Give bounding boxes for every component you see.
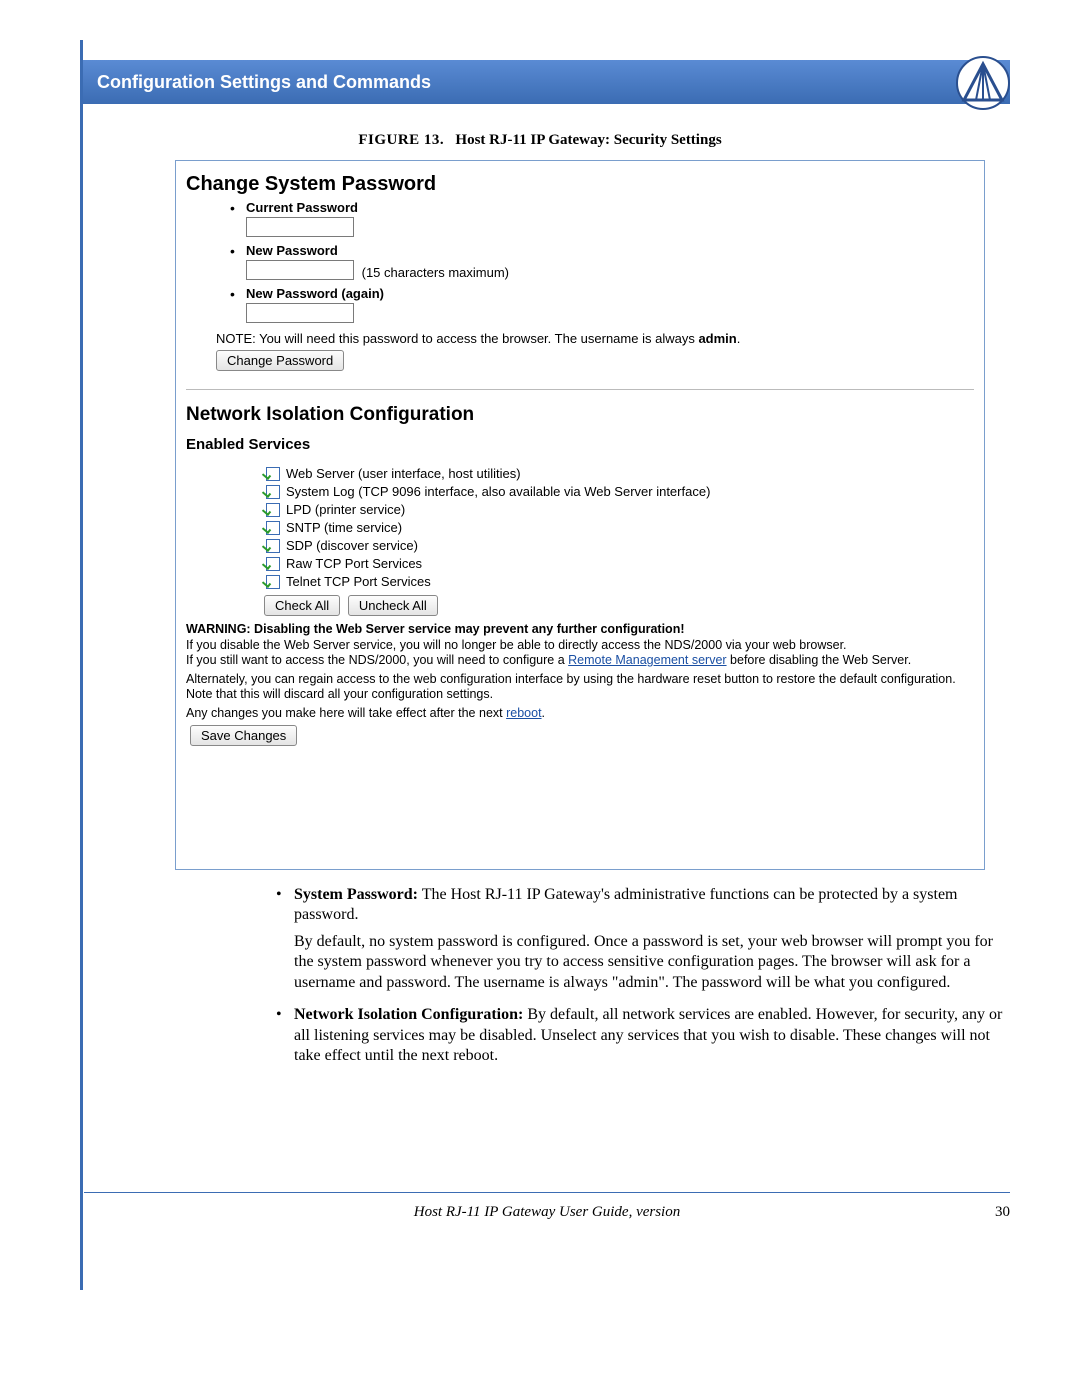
service-item: System Log (TCP 9096 interface, also ava… [266, 483, 974, 501]
figure-title: Host RJ-11 IP Gateway: Security Settings [455, 132, 721, 148]
service-item: Web Server (user interface, host utiliti… [266, 465, 974, 483]
warning-p1b-post: before disabling the Web Server. [727, 653, 912, 667]
checkbox-icon[interactable] [266, 539, 280, 553]
new-password-again-item: New Password (again) [230, 286, 974, 323]
footer-page-number: 30 [995, 1204, 1010, 1221]
remote-management-link[interactable]: Remote Management server [568, 653, 726, 667]
service-label: System Log (TCP 9096 interface, also ava… [286, 483, 710, 501]
checkbox-icon[interactable] [266, 485, 280, 499]
warning-p3-pre: Any changes you make here will take effe… [186, 706, 506, 720]
password-note-admin: admin [698, 331, 736, 346]
enabled-services-list: Web Server (user interface, host utiliti… [266, 465, 974, 591]
web-server-warning: WARNING: Disabling the Web Server servic… [186, 622, 974, 636]
checkbox-icon[interactable] [266, 575, 280, 589]
save-changes-button[interactable]: Save Changes [190, 725, 297, 746]
warning-p1b-pre: If you still want to access the NDS/2000… [186, 653, 568, 667]
checkbox-icon[interactable] [266, 503, 280, 517]
bullet-label: System Password: [294, 886, 418, 903]
new-password-again-input[interactable] [246, 303, 354, 323]
warning-paragraph-3: Any changes you make here will take effe… [186, 706, 974, 721]
figure-label: FIGURE 13. [358, 132, 444, 148]
new-password-label: New Password [246, 243, 338, 258]
check-all-button[interactable]: Check All [264, 595, 340, 616]
new-password-hint: (15 characters maximum) [362, 265, 509, 280]
bullet-system-password: System Password: The Host RJ-11 IP Gatew… [270, 885, 1010, 993]
service-label: Raw TCP Port Services [286, 555, 422, 573]
service-label: LPD (printer service) [286, 501, 405, 519]
network-isolation-heading: Network Isolation Configuration [186, 404, 974, 426]
password-fields-list: Current Password New Password (15 charac… [230, 200, 974, 323]
section-divider [186, 389, 974, 390]
page-header: Configuration Settings and Commands [83, 60, 1010, 104]
service-item: SNTP (time service) [266, 519, 974, 537]
security-settings-screenshot: Change System Password Current Password … [175, 160, 985, 870]
new-password-input[interactable] [246, 260, 354, 280]
warning-p1a: If you disable the Web Server service, y… [186, 638, 847, 652]
service-label: SNTP (time service) [286, 519, 402, 537]
document-page: Configuration Settings and Commands FIGU… [0, 0, 1080, 1397]
new-password-item: New Password (15 characters maximum) [230, 243, 974, 280]
footer-title: Host RJ-11 IP Gateway User Guide, versio… [84, 1204, 1010, 1221]
bullet-paragraph: By default, no system password is config… [294, 932, 1010, 993]
footer-rule [84, 1192, 1010, 1193]
enabled-services-subheading: Enabled Services [186, 436, 974, 453]
password-note-suffix: . [737, 331, 741, 346]
bullet-label: Network Isolation Configuration: [294, 1006, 523, 1023]
service-item: SDP (discover service) [266, 537, 974, 555]
left-margin-rule [80, 40, 83, 1290]
current-password-input[interactable] [246, 217, 354, 237]
service-item: Telnet TCP Port Services [266, 573, 974, 591]
password-note: NOTE: You will need this password to acc… [216, 331, 974, 346]
change-password-button[interactable]: Change Password [216, 350, 344, 371]
checkbox-icon[interactable] [266, 521, 280, 535]
current-password-label: Current Password [246, 200, 358, 215]
checkbox-icon[interactable] [266, 557, 280, 571]
new-password-again-label: New Password (again) [246, 286, 384, 301]
warning-paragraph-1: If you disable the Web Server service, y… [186, 638, 974, 668]
service-item: Raw TCP Port Services [266, 555, 974, 573]
page-header-title: Configuration Settings and Commands [97, 72, 431, 92]
uncheck-all-button[interactable]: Uncheck All [348, 595, 438, 616]
service-label: Telnet TCP Port Services [286, 573, 431, 591]
current-password-item: Current Password [230, 200, 974, 237]
brand-logo-icon [956, 56, 1010, 110]
reboot-link[interactable]: reboot [506, 706, 541, 720]
warning-p3-post: . [542, 706, 545, 720]
bullet-network-isolation: Network Isolation Configuration: By defa… [270, 1005, 1010, 1066]
service-label: Web Server (user interface, host utiliti… [286, 465, 521, 483]
service-label: SDP (discover service) [286, 537, 418, 555]
password-note-prefix: NOTE: You will need this password to acc… [216, 331, 698, 346]
description-body: System Password: The Host RJ-11 IP Gatew… [270, 885, 1010, 1079]
figure-caption: FIGURE 13. Host RJ-11 IP Gateway: Securi… [0, 132, 1080, 149]
warning-paragraph-2: Alternately, you can regain access to th… [186, 672, 974, 702]
service-item: LPD (printer service) [266, 501, 974, 519]
change-password-heading: Change System Password [186, 173, 974, 196]
checkbox-icon[interactable] [266, 467, 280, 481]
